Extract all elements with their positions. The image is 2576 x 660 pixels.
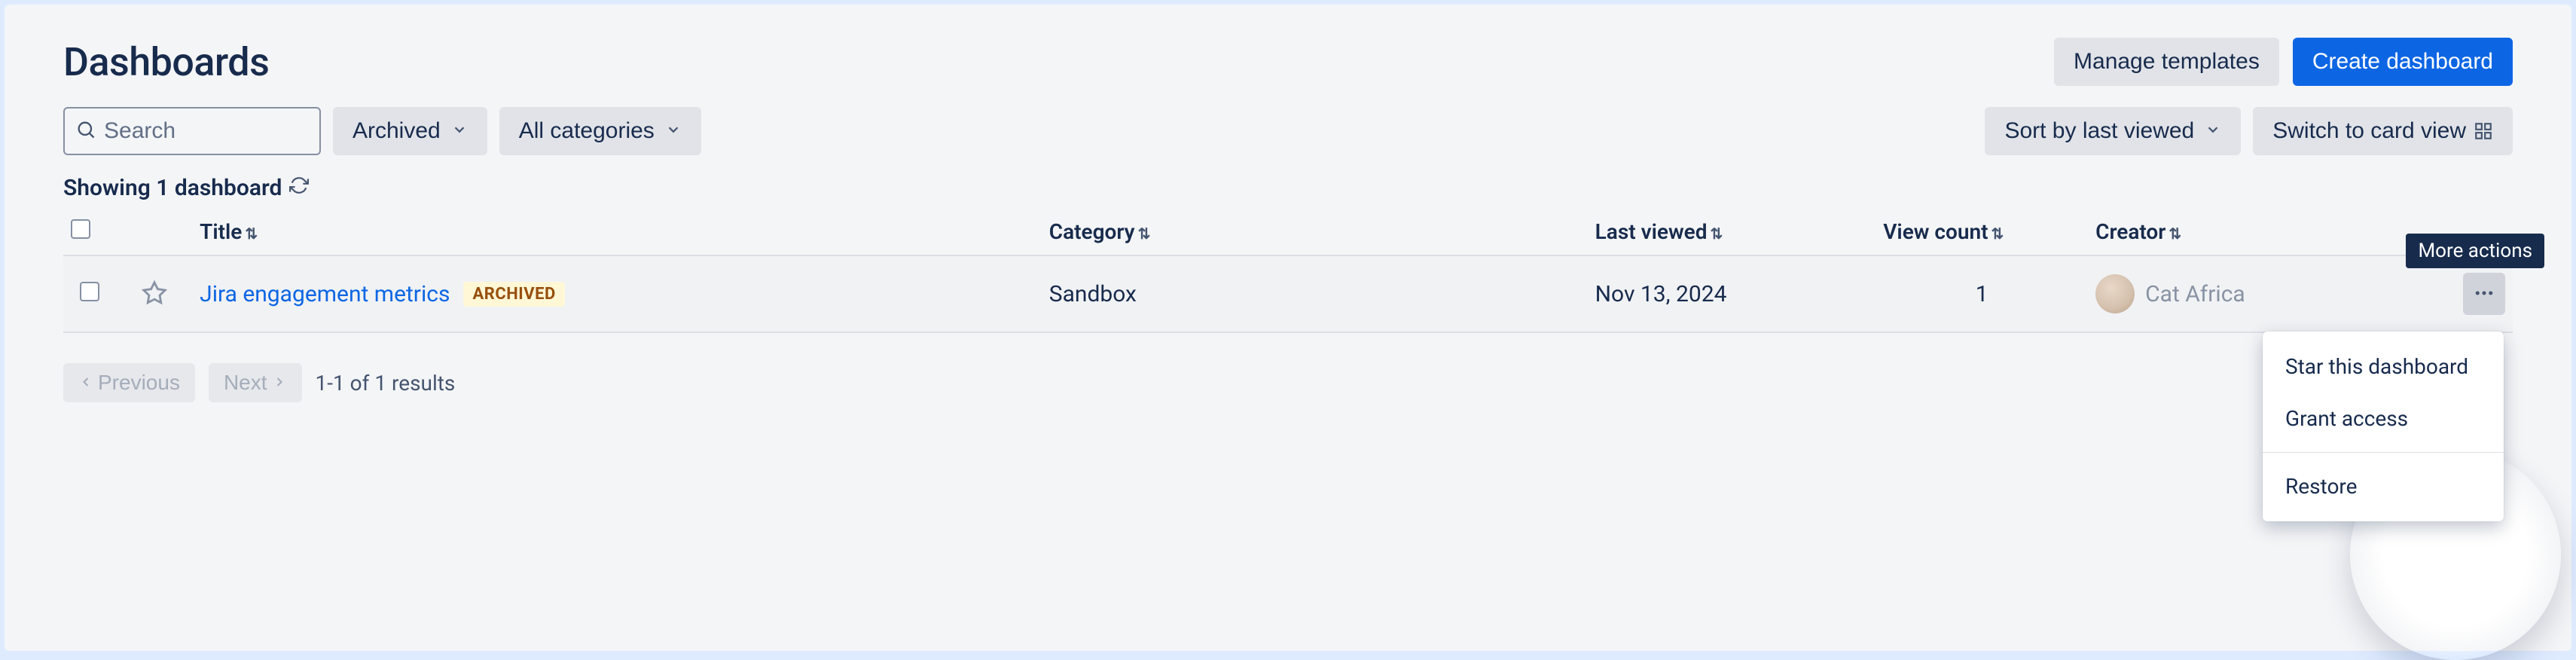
column-header-view-count[interactable]: View count ⇅ [1876,209,2088,255]
sort-button[interactable]: Sort by last viewed [1985,107,2241,155]
switch-view-label: Switch to card view [2272,118,2466,144]
previous-label: Previous [98,371,180,395]
sort-icon: ⇅ [1138,230,1151,237]
sort-label: Sort by last viewed [2004,118,2194,144]
row-checkbox[interactable] [80,282,99,301]
categories-filter-label: All categories [519,118,655,144]
menu-item-restore[interactable]: Restore [2263,460,2504,512]
more-icon [2473,282,2495,307]
more-actions-menu: Star this dashboard Grant access Restore [2263,332,2504,521]
star-icon [142,280,167,308]
column-creator-label: Creator [2095,219,2165,244]
chevron-right-icon [272,371,287,395]
column-viewcount-label: View count [1883,219,1988,244]
search-input[interactable] [104,118,309,144]
create-dashboard-button[interactable]: Create dashboard [2293,38,2513,86]
column-title-label: Title [200,219,242,244]
table-row[interactable]: Jira engagement metrics ARCHIVED Sandbox… [63,255,2513,332]
more-actions-tooltip: More actions [2406,234,2544,268]
result-count: Showing 1 dashboard [63,175,282,201]
chevron-left-icon [78,371,93,395]
more-actions-button[interactable] [2463,273,2505,315]
column-lastviewed-label: Last viewed [1595,219,1708,244]
chevron-down-icon [451,118,468,144]
search-icon [75,119,96,143]
star-button[interactable] [136,276,172,312]
chevron-down-icon [2205,118,2221,144]
sort-icon: ⇅ [1992,230,2004,237]
grid-icon [2474,121,2493,141]
row-view-count: 1 [1876,255,2088,332]
previous-page-button[interactable]: Previous [63,363,195,402]
archived-badge: ARCHIVED [463,282,564,307]
categories-filter-button[interactable]: All categories [499,107,701,155]
archived-filter-label: Archived [353,118,441,144]
next-page-button[interactable]: Next [209,363,302,402]
dashboard-title-link[interactable]: Jira engagement metrics [200,281,450,307]
sort-icon: ⇅ [2169,230,2181,237]
menu-item-star[interactable]: Star this dashboard [2263,341,2504,393]
creator-avatar [2095,274,2135,313]
pagination-summary: 1-1 of 1 results [316,371,456,396]
search-field[interactable] [63,107,321,155]
refresh-icon[interactable] [289,175,309,201]
page-title: Dashboards [63,39,269,85]
row-category: Sandbox [1042,255,1588,332]
chevron-down-icon [665,118,682,144]
column-category-label: Category [1049,219,1135,244]
column-header-creator[interactable]: Creator ⇅ [2088,209,2422,255]
archived-filter-button[interactable]: Archived [333,107,487,155]
select-all-checkbox[interactable] [71,219,90,239]
next-label: Next [224,371,267,395]
creator-name: Cat Africa [2145,281,2245,307]
dashboards-table: Title⇅ Category⇅ Last viewed⇅ View count… [63,209,2513,333]
manage-templates-button[interactable]: Manage templates [2054,38,2279,86]
switch-view-button[interactable]: Switch to card view [2253,107,2513,155]
sort-icon: ⇅ [245,230,258,237]
row-last-viewed: Nov 13, 2024 [1588,255,1876,332]
sort-icon: ⇅ [1710,230,1723,237]
menu-separator [2263,452,2504,453]
column-header-category[interactable]: Category⇅ [1042,209,1588,255]
menu-item-grant-access[interactable]: Grant access [2263,393,2504,445]
column-header-last-viewed[interactable]: Last viewed⇅ [1588,209,1876,255]
column-header-title[interactable]: Title⇅ [192,209,1042,255]
